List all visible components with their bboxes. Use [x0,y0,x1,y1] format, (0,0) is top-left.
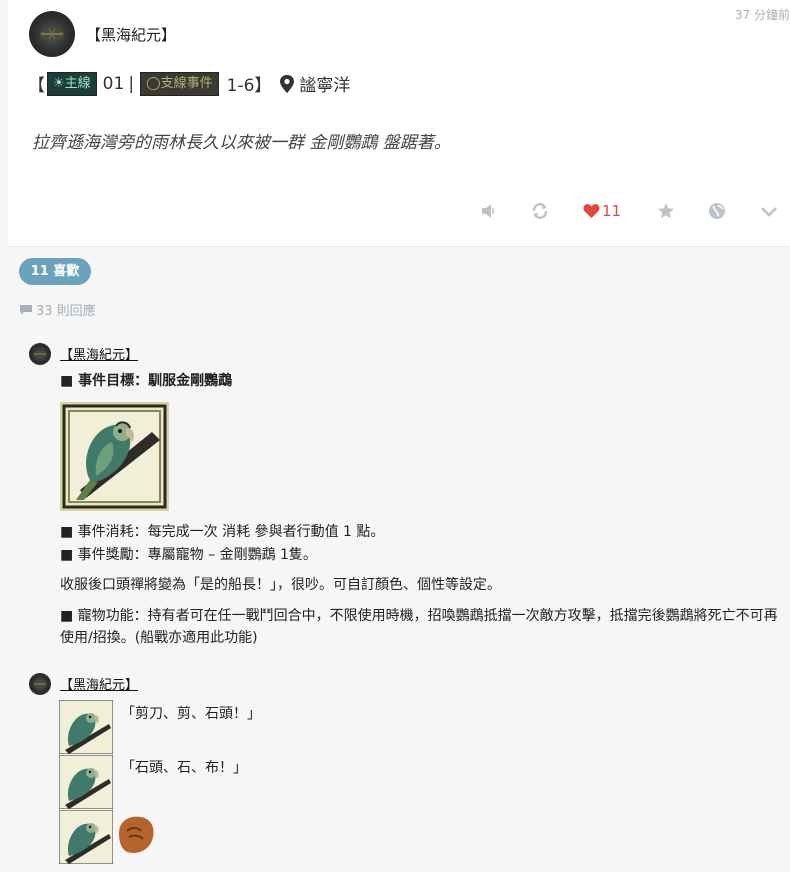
heart-icon [583,204,600,218]
tag-main-label: 主線 [64,75,91,91]
event-cost: ■ 事件消耗：每完成一次 消耗 參與者行動值 1 點。 [60,524,385,540]
quote-2: 「石頭、石、布！」 [121,760,247,776]
headline-bracket: 【 [28,76,45,96]
pet-function: ■ 寵物功能：持有者可在任一戰鬥回合中，不限使用時機，招喚鸚鵡抵擋一次敵方攻擊，… [60,608,778,646]
location-label: 謐寧洋 [299,76,351,96]
post-actions: 11 [8,200,790,222]
tag-side-label: 支線事件 [160,75,213,91]
post-timestamp: 37 分鐘前 [734,8,790,22]
comment-item: 【黑海紀元】 ■ 事件目標：馴服金剛鸚鵡 ■ 事件消耗：每完成一次 消耗 參與者… [29,343,789,663]
post-subtitle: 拉齊遜海灣旁的雨林長久以來被一群 金剛鸚鵡 盤踞著。 [32,133,451,153]
comment-avatar[interactable] [29,673,51,695]
parrot-sticker [58,809,114,865]
section-divider [8,246,790,247]
tag-main-quest: ☀主線 [47,71,97,96]
parrot-sticker [58,699,114,755]
headline-separator: | [128,73,135,94]
event-reward: ■ 事件獎勵：專屬寵物 – 金剛鸚鵡 1隻。 [60,547,317,563]
repost-icon[interactable] [531,200,549,222]
post-headline: 【 ☀主線 01 | ◯支線事件 1-6】 謐寧洋 [28,71,350,96]
comment-bubble-icon [20,304,32,315]
parrot-sticker [58,754,114,810]
fist-sticker [113,811,157,855]
post-card: 37 分鐘前 【黑海紀元】 【 ☀主線 01 | ◯支線事件 1-6】 謐寧洋 … [8,0,790,246]
post-author[interactable]: 【黑海紀元】 [86,24,176,45]
event-objective: ■ 事件目標：馴服金剛鸚鵡 [60,373,233,389]
author-avatar[interactable] [29,11,75,57]
star-icon[interactable] [657,200,675,222]
chevron-down-icon[interactable] [760,200,778,222]
main-number: 01 [102,73,125,94]
comment-item: 【黑海紀元】 「剪刀、剪、石頭！」 「石頭、石、布！」 [29,673,789,872]
tag-side-event: ◯支線事件 [140,71,219,96]
replies-count[interactable]: 33 則回應 [19,300,96,319]
pin-icon [279,74,295,93]
likes-badge[interactable]: 11 喜歡 [19,258,91,285]
comment-author[interactable]: 【黑海紀元】 [60,344,138,363]
mute-icon[interactable] [480,200,498,222]
quote-1: 「剪刀、剪、石頭！」 [121,706,261,722]
side-number: 1-6】 [226,76,272,96]
like-button[interactable]: 11 [583,200,621,222]
replies-label: 33 則回應 [36,304,96,319]
like-count: 11 [602,202,622,220]
comment-author[interactable]: 【黑海紀元】 [60,674,138,693]
event-note: 收服後口頭禪將變為「是的船長！」，很吵。可自訂顏色、個性等設定。 [60,577,501,593]
comment-avatar[interactable] [29,343,51,365]
globe-icon[interactable] [708,200,726,222]
parrot-image [60,402,169,511]
